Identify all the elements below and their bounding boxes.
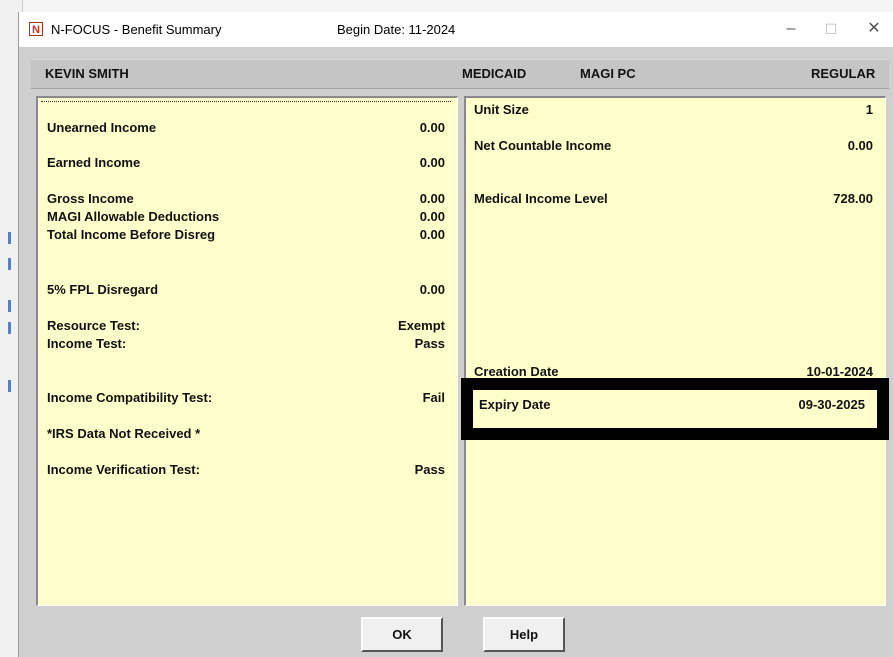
irs-data-note: *IRS Data Not Received * xyxy=(47,426,201,441)
income-tests-panel: Unearned Income 0.00 Earned Income 0.00 … xyxy=(36,96,458,606)
background-marker xyxy=(8,322,11,334)
fpl-disregard-row: 5% FPL Disregard 0.00 xyxy=(47,282,445,298)
net-countable-income-label: Net Countable Income xyxy=(474,138,612,153)
unearned-income-value: 0.00 xyxy=(419,120,445,135)
gross-income-row: Gross Income 0.00 xyxy=(47,191,445,207)
medical-income-level-label: Medical Income Level xyxy=(474,191,608,206)
window-title: N-FOCUS - Benefit Summary xyxy=(51,22,222,37)
help-button[interactable]: Help xyxy=(483,617,565,652)
eligibility-details-panel: Unit Size 1 Net Countable Income 0.00 Me… xyxy=(464,96,886,606)
unearned-income-row: Unearned Income 0.00 xyxy=(47,120,445,136)
expiry-date-value: 09-30-2025 xyxy=(798,397,866,412)
unit-size-value: 1 xyxy=(865,102,873,117)
program-name: MEDICAID xyxy=(462,66,527,81)
net-countable-income-row: Net Countable Income 0.00 xyxy=(474,138,873,154)
ok-button[interactable]: OK xyxy=(361,617,443,652)
focus-indicator xyxy=(41,101,451,102)
background-marker xyxy=(8,380,11,392)
magi-deductions-row: MAGI Allowable Deductions 0.00 xyxy=(47,209,445,225)
minimize-icon[interactable]: – xyxy=(779,20,803,40)
client-name: KEVIN SMITH xyxy=(45,66,129,81)
expiry-date-line: Expiry Date 09-30-2025 xyxy=(479,397,865,413)
net-countable-income-value: 0.00 xyxy=(847,138,873,153)
total-income-label: Total Income Before Disreg xyxy=(47,227,216,242)
close-icon[interactable]: ✕ xyxy=(862,20,886,40)
case-header-bar: KEVIN SMITH MEDICAID MAGI PC REGULAR xyxy=(31,59,889,89)
earned-income-row: Earned Income 0.00 xyxy=(47,155,445,171)
income-test-row: Income Test: Pass xyxy=(47,336,445,352)
irs-note-row: *IRS Data Not Received * xyxy=(47,426,445,442)
income-compatibility-row: Income Compatibility Test: Fail xyxy=(47,390,445,406)
unit-size-label: Unit Size xyxy=(474,102,529,117)
gross-income-label: Gross Income xyxy=(47,191,134,206)
fpl-disregard-value: 0.00 xyxy=(419,282,445,297)
resource-test-label: Resource Test: xyxy=(47,318,140,333)
unit-size-row: Unit Size 1 xyxy=(474,102,873,118)
nfocus-app-icon: N xyxy=(29,22,43,36)
expiry-date-row: Expiry Date 09-30-2025 xyxy=(473,390,877,428)
magi-deductions-value: 0.00 xyxy=(419,209,445,224)
fpl-disregard-label: 5% FPL Disregard xyxy=(47,282,159,297)
income-test-value: Pass xyxy=(414,336,445,351)
earned-income-value: 0.00 xyxy=(419,155,445,170)
benefit-summary-window: N N-FOCUS - Benefit Summary Begin Date: … xyxy=(18,12,893,657)
background-marker xyxy=(8,232,11,244)
medical-income-level-value: 728.00 xyxy=(833,191,873,206)
expiry-date-label: Expiry Date xyxy=(479,397,551,412)
background-marker xyxy=(8,300,11,312)
income-test-label: Income Test: xyxy=(47,336,127,351)
total-income-row: Total Income Before Disreg 0.00 xyxy=(47,227,445,243)
resource-test-row: Resource Test: Exempt xyxy=(47,318,445,334)
creation-date-value: 10-01-2024 xyxy=(806,364,874,379)
income-compatibility-label: Income Compatibility Test: xyxy=(47,390,213,405)
income-verification-value: Pass xyxy=(414,462,445,477)
begin-date-label: Begin Date: 11-2024 xyxy=(337,22,456,37)
resource-test-value: Exempt xyxy=(398,318,445,333)
magi-deductions-label: MAGI Allowable Deductions xyxy=(47,209,220,224)
income-verification-row: Income Verification Test: Pass xyxy=(47,462,445,478)
medical-income-level-row: Medical Income Level 728.00 xyxy=(474,191,873,207)
budget-type: REGULAR xyxy=(811,66,876,81)
maximize-icon[interactable]: ☐ xyxy=(819,20,843,40)
income-compatibility-value: Fail xyxy=(422,390,445,405)
gross-income-value: 0.00 xyxy=(419,191,445,206)
unearned-income-label: Unearned Income xyxy=(47,120,157,135)
title-bar[interactable]: N N-FOCUS - Benefit Summary Begin Date: … xyxy=(19,12,893,47)
income-verification-label: Income Verification Test: xyxy=(47,462,200,477)
background-edge-top xyxy=(0,0,893,12)
subprogram-name: MAGI PC xyxy=(580,66,636,81)
background-marker xyxy=(8,258,11,270)
total-income-value: 0.00 xyxy=(419,227,445,242)
creation-date-label: Creation Date xyxy=(474,364,559,379)
earned-income-label: Earned Income xyxy=(47,155,141,170)
